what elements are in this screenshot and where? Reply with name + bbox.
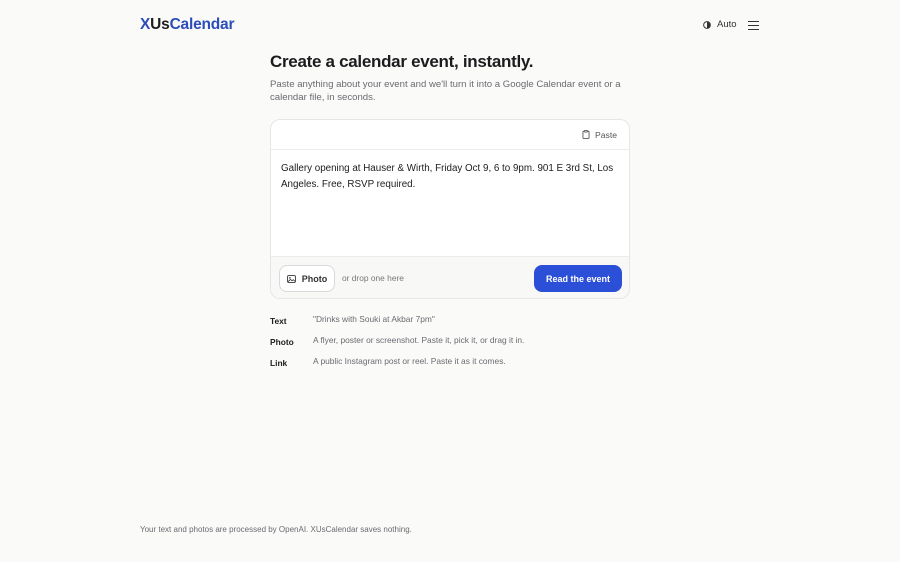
page-title: Create a calendar event, instantly. — [270, 52, 534, 71]
event-text-input[interactable]: Gallery opening at Hauser & Wirth, Frida… — [271, 150, 629, 256]
paste-label: Paste — [595, 129, 617, 140]
card-toolbar: Paste — [271, 120, 629, 150]
photo-button[interactable]: Photo — [279, 265, 335, 292]
half-circle-icon — [703, 20, 711, 29]
hamburger-menu-icon[interactable] — [748, 21, 759, 30]
privacy-footer: Your text and photos are processed by Op… — [140, 525, 412, 534]
example-label: Text — [270, 316, 287, 326]
image-icon — [286, 274, 296, 283]
theme-label: Auto — [717, 19, 737, 30]
logo-us: Us — [150, 16, 170, 33]
photo-label: Photo — [301, 273, 328, 284]
drop-hint: or drop one here — [342, 273, 404, 283]
example-description: A public Instagram post or reel. Paste i… — [313, 356, 506, 366]
app-logo[interactable]: XUsCalendar — [140, 16, 234, 34]
logo-x: X — [140, 16, 151, 33]
example-label: Photo — [270, 337, 294, 347]
example-label: Link — [270, 358, 288, 368]
example-description: A flyer, poster or screenshot. Paste it,… — [313, 335, 525, 345]
example-description: "Drinks with Souki at Akbar 7pm" — [313, 314, 435, 324]
read-event-button[interactable]: Read the event — [534, 265, 622, 292]
logo-calendar: Calendar — [169, 16, 235, 33]
paste-button[interactable]: Paste — [582, 130, 617, 140]
theme-toggle-button[interactable]: Auto — [703, 19, 737, 30]
page-subtitle: Paste anything about your event and we'l… — [270, 79, 621, 103]
clipboard-icon — [582, 130, 590, 139]
event-input-card: Paste Gallery opening at Hauser & Wirth,… — [270, 119, 630, 299]
card-actions: Photo or drop one here Read the event — [271, 256, 629, 298]
